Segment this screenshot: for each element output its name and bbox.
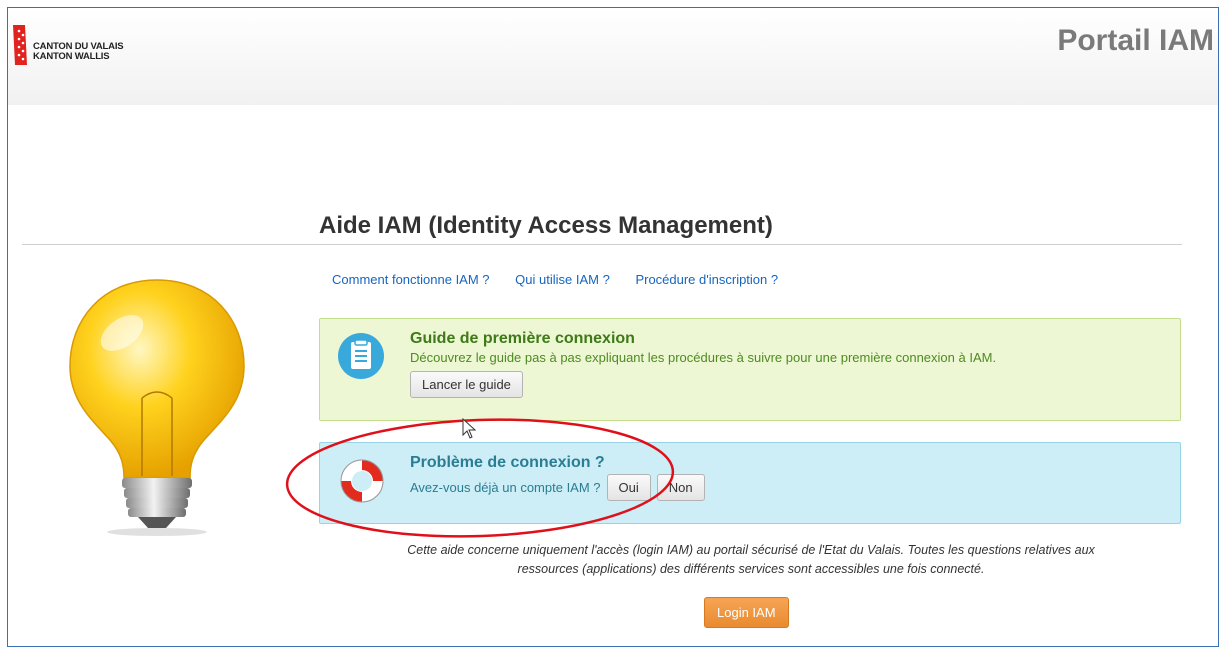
first-login-guide-panel: Guide de première connexion Découvrez le… <box>319 318 1181 421</box>
account-question: Avez-vous déjà un compte IAM ? <box>410 480 601 495</box>
lifebuoy-icon <box>340 459 384 503</box>
account-question-row: Avez-vous déjà un compte IAM ? Oui Non <box>410 474 705 501</box>
footer-note: Cette aide concerne uniquement l'accès (… <box>328 541 1174 579</box>
launch-guide-button[interactable]: Lancer le guide <box>410 371 523 398</box>
link-how-iam-works[interactable]: Comment fonctionne IAM ? <box>332 272 490 287</box>
header: CANTON DU VALAIS KANTON WALLIS Portail I… <box>8 8 1218 105</box>
browser-frame: CANTON DU VALAIS KANTON WALLIS Portail I… <box>7 7 1219 647</box>
footer-note-line-2: ressources (applications) des différents… <box>517 562 985 576</box>
portal-title: Portail IAM <box>1057 24 1214 57</box>
link-registration-procedure[interactable]: Procédure d'inscription ? <box>635 272 778 287</box>
no-button[interactable]: Non <box>656 474 705 501</box>
canton-logo[interactable]: CANTON DU VALAIS KANTON WALLIS <box>11 23 141 65</box>
document-icon <box>338 333 384 379</box>
page-title: Aide IAM (Identity Access Management) <box>319 212 773 239</box>
logo-line-2: KANTON WALLIS <box>33 51 110 62</box>
help-links: Comment fonctionne IAM ? Qui utilise IAM… <box>332 272 800 287</box>
mouse-cursor-icon <box>462 418 477 439</box>
valais-flag-icon <box>13 25 27 65</box>
link-who-uses-iam[interactable]: Qui utilise IAM ? <box>515 272 610 287</box>
login-iam-button[interactable]: Login IAM <box>704 597 789 628</box>
guide-title: Guide de première connexion <box>410 330 635 347</box>
yes-button[interactable]: Oui <box>606 474 651 501</box>
footer-note-line-1: Cette aide concerne uniquement l'accès (… <box>407 543 1095 557</box>
guide-description: Découvrez le guide pas à pas expliquant … <box>410 350 997 365</box>
problem-title: Problème de connexion ? <box>410 454 605 471</box>
divider <box>22 244 1182 245</box>
connection-problem-panel: Problème de connexion ? Avez-vous déjà u… <box>319 442 1181 524</box>
lightbulb-icon <box>69 279 245 536</box>
